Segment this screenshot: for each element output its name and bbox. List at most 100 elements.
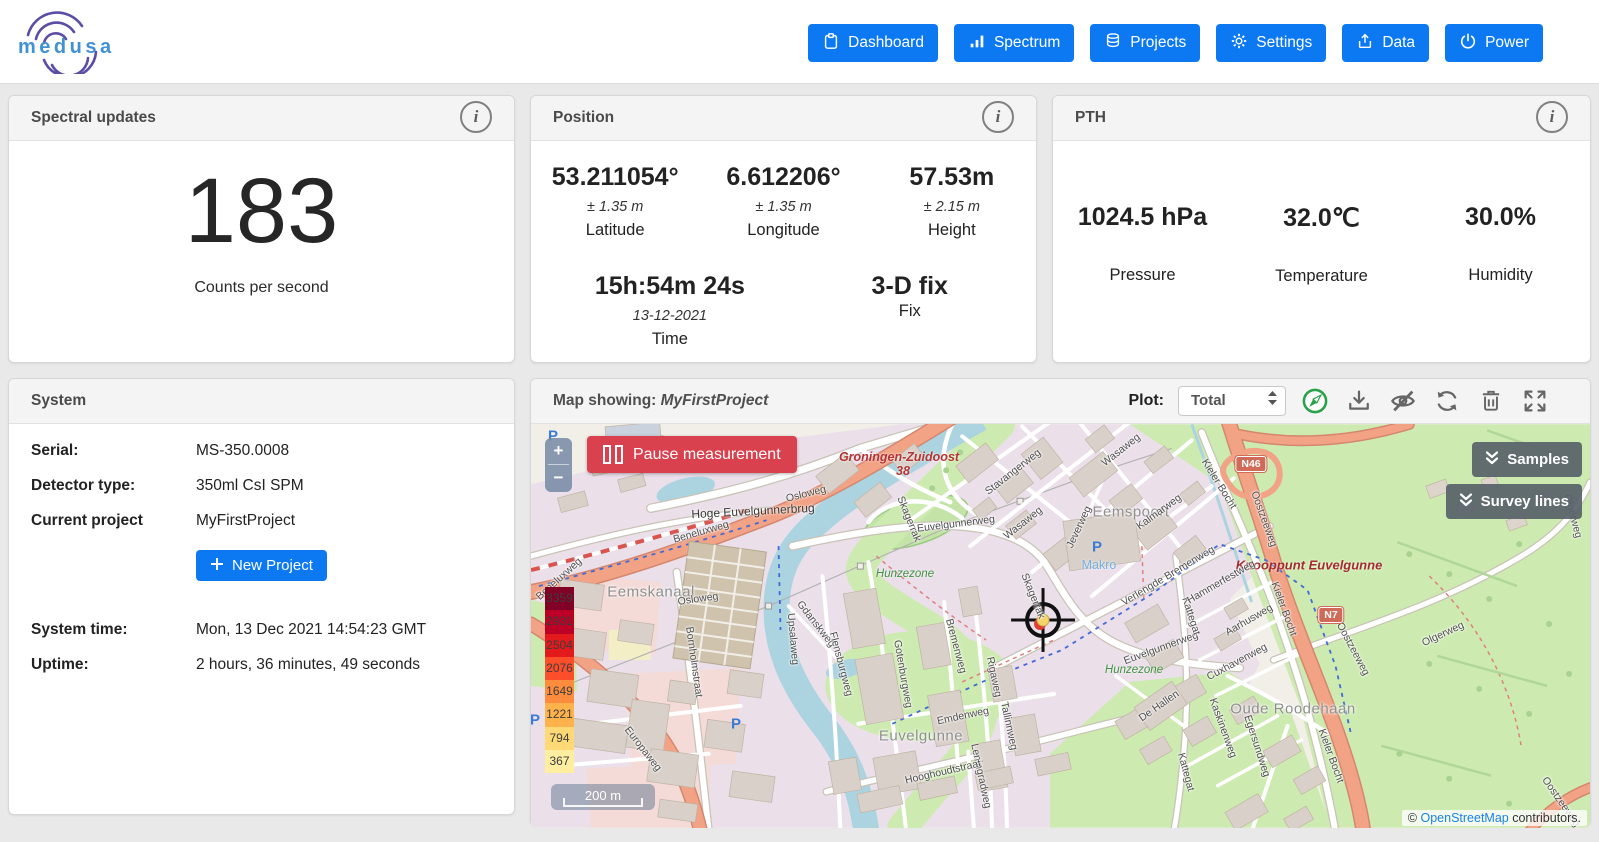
system-card: System Serial:MS-350.0008 Detector type:… [8, 378, 515, 815]
new-project-button[interactable]: New Project [196, 550, 327, 581]
plot-label: Plot: [1128, 379, 1164, 423]
map-canvas[interactable]: Groningen-Zuidoost38Hoge Euvelgunnerbrug… [531, 424, 1590, 828]
card-title: System [31, 392, 86, 409]
new-project-label: New Project [232, 557, 313, 574]
height-value: 57.53m [868, 163, 1036, 192]
map-title: Map showing: MyFirstProject [553, 392, 768, 409]
longitude-value: 6.612206° [699, 163, 867, 192]
card-title: PTH [1075, 109, 1106, 126]
serial-value: MS-350.0008 [196, 442, 289, 460]
map-label: 38 [896, 464, 910, 478]
info-icon[interactable]: i [460, 101, 492, 133]
system-time-label: System time: [31, 621, 196, 639]
compass-icon[interactable] [1300, 386, 1330, 416]
pause-icon [603, 445, 623, 464]
temperature-label: Temperature [1232, 267, 1411, 286]
map-label: Groningen-Zuidoost [839, 450, 959, 464]
legend-step: 1221 [545, 703, 574, 726]
plot-select[interactable]: Total [1178, 386, 1286, 416]
uptime-value: 2 hours, 36 minutes, 49 seconds [196, 656, 420, 674]
survey-lines-button[interactable]: Survey lines [1446, 484, 1582, 519]
nav-label: Spectrum [994, 34, 1060, 52]
pause-measurement-button[interactable]: Pause measurement [587, 436, 797, 473]
nav-spectrum-button[interactable]: Spectrum [954, 24, 1074, 62]
map-label: Euvelgunne [879, 728, 963, 745]
parking-label: P [531, 712, 540, 729]
counts-unit: Counts per second [194, 279, 328, 297]
map-label: Makro [1082, 558, 1117, 572]
nav-dashboard-button[interactable]: Dashboard [808, 24, 938, 62]
nav-data-button[interactable]: Data [1342, 24, 1429, 62]
plus-icon [210, 557, 224, 575]
fix-value: 3-D fix [809, 272, 1011, 301]
temperature-block: 32.0℃ Temperature [1232, 203, 1411, 286]
dashboard-page: medusa Dashboard Spectrum Projects Setti… [0, 0, 1599, 842]
zoom-in-button[interactable]: + [545, 438, 572, 464]
eye-off-icon[interactable] [1388, 386, 1418, 416]
info-icon[interactable]: i [982, 101, 1014, 133]
map-attribution: © OpenStreetMap contributors. [1402, 810, 1587, 826]
openstreetmap-link[interactable]: OpenStreetMap [1420, 811, 1508, 825]
nav-label: Data [1382, 34, 1415, 52]
time-value: 15h:54m 24s [531, 272, 809, 301]
parking-label: P [731, 716, 741, 733]
nav-label: Dashboard [848, 34, 924, 52]
samples-label: Samples [1507, 451, 1569, 468]
legend-step: 2076 [545, 657, 574, 680]
legend-step: 367 [545, 750, 574, 773]
time-block: 15h:54m 24s 13-12-2021 Time [531, 272, 809, 349]
parking-label: P [1092, 539, 1102, 556]
height-block: 57.53m ± 2.15 m Height [868, 163, 1036, 240]
plot-select-value: Total [1191, 379, 1226, 423]
trash-icon[interactable] [1476, 386, 1506, 416]
pth-card: PTH i 1024.5 hPa Pressure 32.0℃ Temperat… [1052, 95, 1591, 363]
latitude-block: 53.211054° ± 1.35 m Latitude [531, 163, 699, 240]
height-error: ± 2.15 m [868, 199, 1036, 215]
pressure-block: 1024.5 hPa Pressure [1053, 203, 1232, 286]
time-label: Time [531, 330, 809, 349]
samples-button[interactable]: Samples [1472, 442, 1582, 477]
double-chevron-down-icon [1485, 450, 1499, 469]
info-icon[interactable]: i [1536, 101, 1568, 133]
project-value: MyFirstProject [196, 512, 295, 530]
fullscreen-icon[interactable] [1520, 386, 1550, 416]
select-arrows-icon [1268, 379, 1277, 423]
longitude-error: ± 1.35 m [699, 199, 867, 215]
project-label: Current project [31, 512, 196, 530]
double-chevron-down-icon [1459, 492, 1473, 511]
legend-step: 2931 [545, 610, 574, 633]
pause-label: Pause measurement [633, 446, 781, 464]
time-date: 13-12-2021 [531, 308, 809, 324]
power-icon [1459, 32, 1477, 55]
card-title: Position [553, 109, 614, 126]
nav-projects-button[interactable]: Projects [1090, 24, 1200, 62]
legend-step: 794 [545, 727, 574, 750]
download-icon[interactable] [1344, 386, 1374, 416]
map-scale-bar: 200 m [551, 784, 655, 810]
refresh-icon[interactable] [1432, 386, 1462, 416]
humidity-value: 30.0% [1411, 203, 1590, 232]
pressure-label: Pressure [1053, 266, 1232, 285]
map-label: Hunzezone [1105, 664, 1163, 676]
longitude-block: 6.612206° ± 1.35 m Longitude [699, 163, 867, 240]
position-card: Position i 53.211054° ± 1.35 m Latitude … [530, 95, 1037, 363]
road-shield: N46 [1235, 456, 1266, 472]
map-title-project: MyFirstProject [661, 392, 769, 409]
clipboard-icon [822, 32, 840, 55]
fix-block: 3-D fix . Fix [809, 272, 1011, 349]
system-time-value: Mon, 13 Dec 2021 14:54:23 GMT [196, 621, 426, 639]
card-title: Spectral updates [31, 109, 156, 126]
pressure-value: 1024.5 hPa [1053, 203, 1232, 232]
road-shield: N7 [1318, 607, 1343, 623]
map-label: Hunzezone [876, 568, 934, 580]
zoom-out-button[interactable]: − [545, 465, 572, 491]
humidity-label: Humidity [1411, 266, 1590, 285]
detector-label: Detector type: [31, 477, 196, 495]
latitude-label: Latitude [531, 221, 699, 240]
survey-lines-label: Survey lines [1481, 493, 1569, 510]
nav-settings-button[interactable]: Settings [1216, 24, 1326, 62]
nav-label: Projects [1130, 34, 1186, 52]
upload-icon [1356, 32, 1374, 55]
map-label: Knooppunt Euvelgunne [1236, 558, 1383, 573]
nav-power-button[interactable]: Power [1445, 24, 1543, 62]
